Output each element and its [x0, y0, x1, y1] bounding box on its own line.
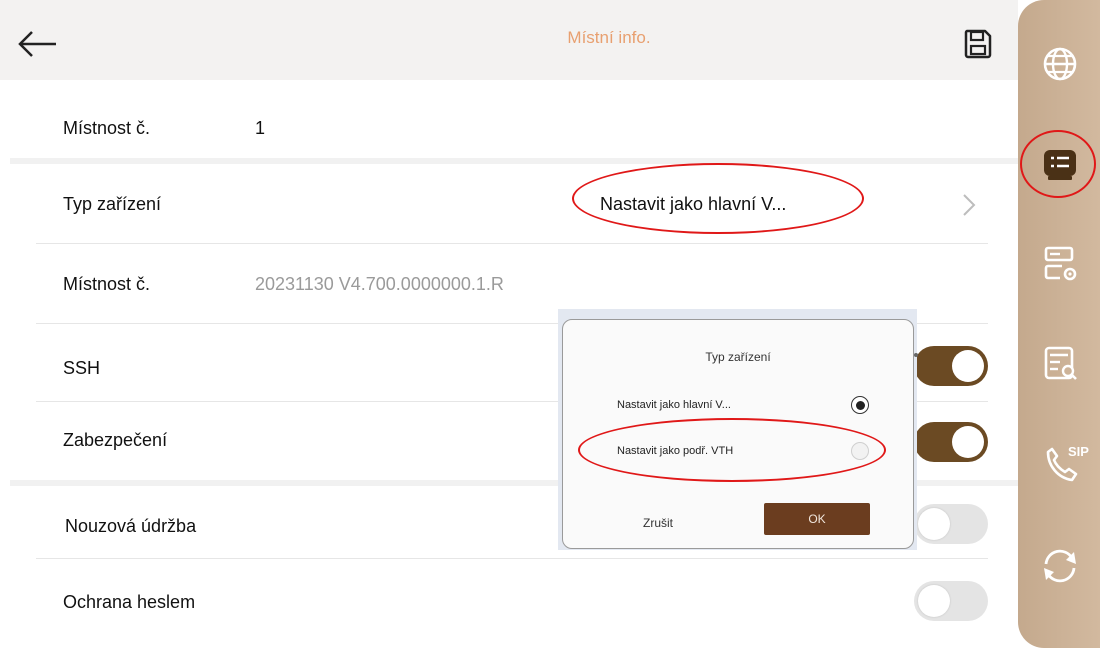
row-device-type[interactable]: Typ zařízení Nastavit jako hlavní V...: [0, 164, 1018, 244]
globe-icon[interactable]: [1038, 42, 1082, 86]
dialog-title: Typ zařízení: [705, 350, 771, 364]
emergency-maintenance-toggle[interactable]: [914, 504, 988, 544]
password-protection-label: Ochrana heslem: [63, 592, 196, 612]
room-number-label: Místnost č.: [63, 118, 151, 138]
server-settings-icon[interactable]: [1038, 242, 1082, 286]
room-number-value: 1: [255, 118, 266, 138]
server-search-icon[interactable]: [1038, 342, 1082, 386]
toggle-knob: [918, 585, 950, 617]
sip-badge-text: SIP: [1068, 444, 1089, 459]
toggle-knob: [918, 508, 950, 540]
version-label: Místnost č.: [63, 274, 151, 294]
version-value: 20231130 V4.700.0000000.1.R: [255, 274, 504, 294]
chevron-right-icon[interactable]: [962, 192, 976, 218]
dialog-ok-button[interactable]: OK: [764, 503, 870, 535]
header-bar: Místní info.: [0, 0, 1018, 80]
device-type-label: Typ zařízení: [63, 194, 162, 214]
dialog-radio-main[interactable]: [851, 396, 869, 414]
sync-icon[interactable]: [1038, 544, 1082, 588]
row-password-protection: Ochrana heslem: [0, 559, 1018, 648]
security-toggle[interactable]: [914, 422, 988, 462]
password-protection-toggle[interactable]: [914, 581, 988, 621]
annotation-circle-sidebar: [1020, 130, 1096, 198]
ssh-toggle[interactable]: [914, 346, 988, 386]
annotation-circle-device-type: [572, 163, 864, 234]
annotation-circle-sub-option: [578, 418, 886, 482]
toggle-knob: [952, 426, 984, 458]
save-icon[interactable]: [960, 26, 996, 62]
dialog-cancel-button[interactable]: Zrušit: [623, 510, 693, 536]
sip-phone-button[interactable]: SIP: [1038, 440, 1092, 488]
ssh-label: SSH: [63, 358, 101, 378]
emergency-maintenance-label: Nouzová údržba: [65, 516, 197, 536]
sip-phone-icon: SIP: [1046, 444, 1089, 482]
dialog-option-main[interactable]: Nastavit jako hlavní V...: [617, 399, 731, 411]
row-room-number[interactable]: Místnost č. 1: [0, 80, 1018, 160]
security-label: Zabezpečení: [63, 430, 168, 450]
toggle-knob: [952, 350, 984, 382]
right-sidebar: SIP: [1018, 0, 1100, 648]
page-title: Místní info.: [567, 28, 651, 47]
photo-artifact-dot: [914, 353, 918, 357]
